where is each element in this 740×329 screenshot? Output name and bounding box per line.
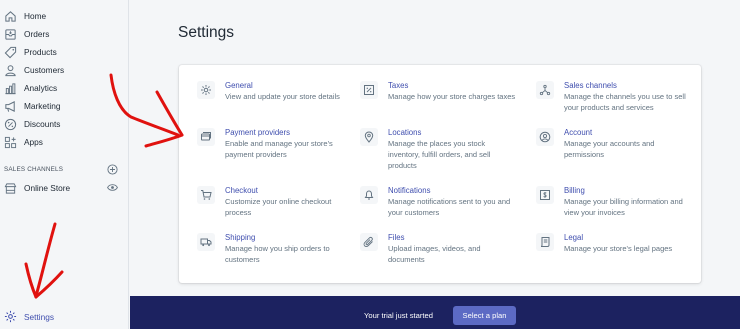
tile-title: Payment providers bbox=[225, 128, 291, 137]
payment-icon bbox=[197, 128, 215, 146]
settings-card: General View and update your store detai… bbox=[179, 65, 701, 283]
discount-icon bbox=[3, 117, 17, 131]
settings-tile-billing[interactable]: Billing Manage your billing information … bbox=[536, 186, 701, 236]
tile-description: Manage your accounts and permissions bbox=[564, 139, 655, 159]
sidebar-item-label: Discounts bbox=[24, 119, 61, 129]
settings-tile-sales-channels[interactable]: Sales channels Manage the channels you u… bbox=[536, 81, 701, 131]
sidebar-item-label: Settings bbox=[24, 312, 54, 322]
cart-icon bbox=[197, 186, 215, 204]
select-plan-button[interactable]: Select a plan bbox=[453, 306, 516, 325]
tile-title: Locations bbox=[388, 128, 422, 137]
sidebar-item-label: Orders bbox=[24, 29, 50, 39]
megaphone-icon bbox=[3, 99, 17, 113]
tile-description: Manage the channels you use to sell your… bbox=[564, 92, 686, 112]
account-icon bbox=[536, 128, 554, 146]
settings-tile-general[interactable]: General View and update your store detai… bbox=[197, 81, 362, 131]
settings-tile-files[interactable]: Files Upload images, videos, and documen… bbox=[360, 233, 525, 283]
tile-title: Sales channels bbox=[564, 81, 617, 90]
legal-icon bbox=[536, 233, 554, 251]
location-pin-icon bbox=[360, 128, 378, 146]
tile-description: View and update your store details bbox=[225, 92, 340, 101]
orders-icon bbox=[3, 27, 17, 41]
tile-title: General bbox=[225, 81, 253, 90]
truck-icon bbox=[197, 233, 215, 251]
tile-title: Account bbox=[564, 128, 593, 137]
percent-icon bbox=[360, 81, 378, 99]
trial-status-text: Your trial just started bbox=[364, 311, 433, 320]
sidebar-item-label: Products bbox=[24, 47, 57, 57]
settings-tile-locations[interactable]: Locations Manage the places you stock in… bbox=[360, 128, 525, 178]
sales-channels-header: SALES CHANNELS bbox=[4, 166, 64, 173]
person-icon bbox=[3, 63, 17, 77]
paperclip-icon bbox=[360, 233, 378, 251]
add-sales-channel-icon[interactable] bbox=[107, 164, 118, 175]
sidebar-item-apps[interactable]: Apps bbox=[0, 135, 129, 153]
sidebar-item-label: Marketing bbox=[24, 101, 61, 111]
sidebar-item-settings[interactable]: Settings bbox=[0, 309, 129, 325]
tile-description: Manage how your store charges taxes bbox=[388, 92, 516, 101]
tile-description: Customize your online checkout process bbox=[225, 197, 332, 217]
tile-description: Manage notifications sent to you and you… bbox=[388, 197, 511, 217]
tile-description: Upload images, videos, and documents bbox=[388, 244, 481, 264]
sidebar-item-orders[interactable]: Orders bbox=[0, 27, 129, 45]
settings-tile-account[interactable]: Account Manage your accounts and permiss… bbox=[536, 128, 701, 178]
tile-title: Shipping bbox=[225, 233, 256, 242]
settings-tile-checkout[interactable]: Checkout Customize your online checkout … bbox=[197, 186, 362, 236]
home-icon bbox=[3, 9, 17, 23]
settings-tile-legal[interactable]: Legal Manage your store's legal pages bbox=[536, 233, 701, 283]
channels-icon bbox=[536, 81, 554, 99]
settings-tile-taxes[interactable]: Taxes Manage how your store charges taxe… bbox=[360, 81, 525, 131]
store-icon bbox=[3, 181, 17, 195]
eye-icon[interactable] bbox=[107, 183, 118, 192]
sidebar-item-products[interactable]: Products bbox=[0, 45, 129, 63]
sidebar-item-label: Customers bbox=[24, 65, 65, 75]
tile-description: Manage the places you stock inventory, f… bbox=[388, 139, 491, 170]
sidebar-item-label: Analytics bbox=[24, 83, 58, 93]
page-title: Settings bbox=[178, 24, 235, 41]
tile-description: Manage your billing information and view… bbox=[564, 197, 683, 217]
tile-title: Legal bbox=[564, 233, 584, 242]
gear-icon bbox=[197, 81, 215, 99]
sidebar-item-customers[interactable]: Customers bbox=[0, 63, 129, 81]
trial-bar: Your trial just started Select a plan bbox=[130, 296, 740, 329]
tile-title: Taxes bbox=[388, 81, 409, 90]
tile-title: Files bbox=[388, 233, 405, 242]
sidebar-item-home[interactable]: Home bbox=[0, 9, 129, 27]
gear-icon bbox=[4, 310, 17, 323]
apps-icon bbox=[3, 135, 17, 149]
billing-icon bbox=[536, 186, 554, 204]
bell-icon bbox=[360, 186, 378, 204]
sidebar-item-label: Apps bbox=[24, 137, 43, 147]
settings-tile-payment-providers[interactable]: Payment providers Enable and manage your… bbox=[197, 128, 362, 178]
tag-icon bbox=[3, 45, 17, 59]
tile-description: Manage your store's legal pages bbox=[564, 244, 673, 253]
sidebar-item-label: Online Store bbox=[24, 183, 71, 193]
tile-description: Manage how you ship orders to customers bbox=[225, 244, 330, 264]
settings-tile-shipping[interactable]: Shipping Manage how you ship orders to c… bbox=[197, 233, 362, 283]
tile-title: Billing bbox=[564, 186, 585, 195]
sidebar-item-marketing[interactable]: Marketing bbox=[0, 99, 129, 117]
tile-title: Checkout bbox=[225, 186, 258, 195]
sidebar-item-discounts[interactable]: Discounts bbox=[0, 117, 129, 135]
settings-tile-notifications[interactable]: Notifications Manage notifications sent … bbox=[360, 186, 525, 236]
sidebar-item-label: Home bbox=[24, 11, 47, 21]
tile-title: Notifications bbox=[388, 186, 431, 195]
tile-description: Enable and manage your store's payment p… bbox=[225, 139, 333, 159]
bar-chart-icon bbox=[3, 81, 17, 95]
sidebar-item-analytics[interactable]: Analytics bbox=[0, 81, 129, 99]
sidebar: Home Orders Products Customers Analytics… bbox=[0, 0, 129, 329]
